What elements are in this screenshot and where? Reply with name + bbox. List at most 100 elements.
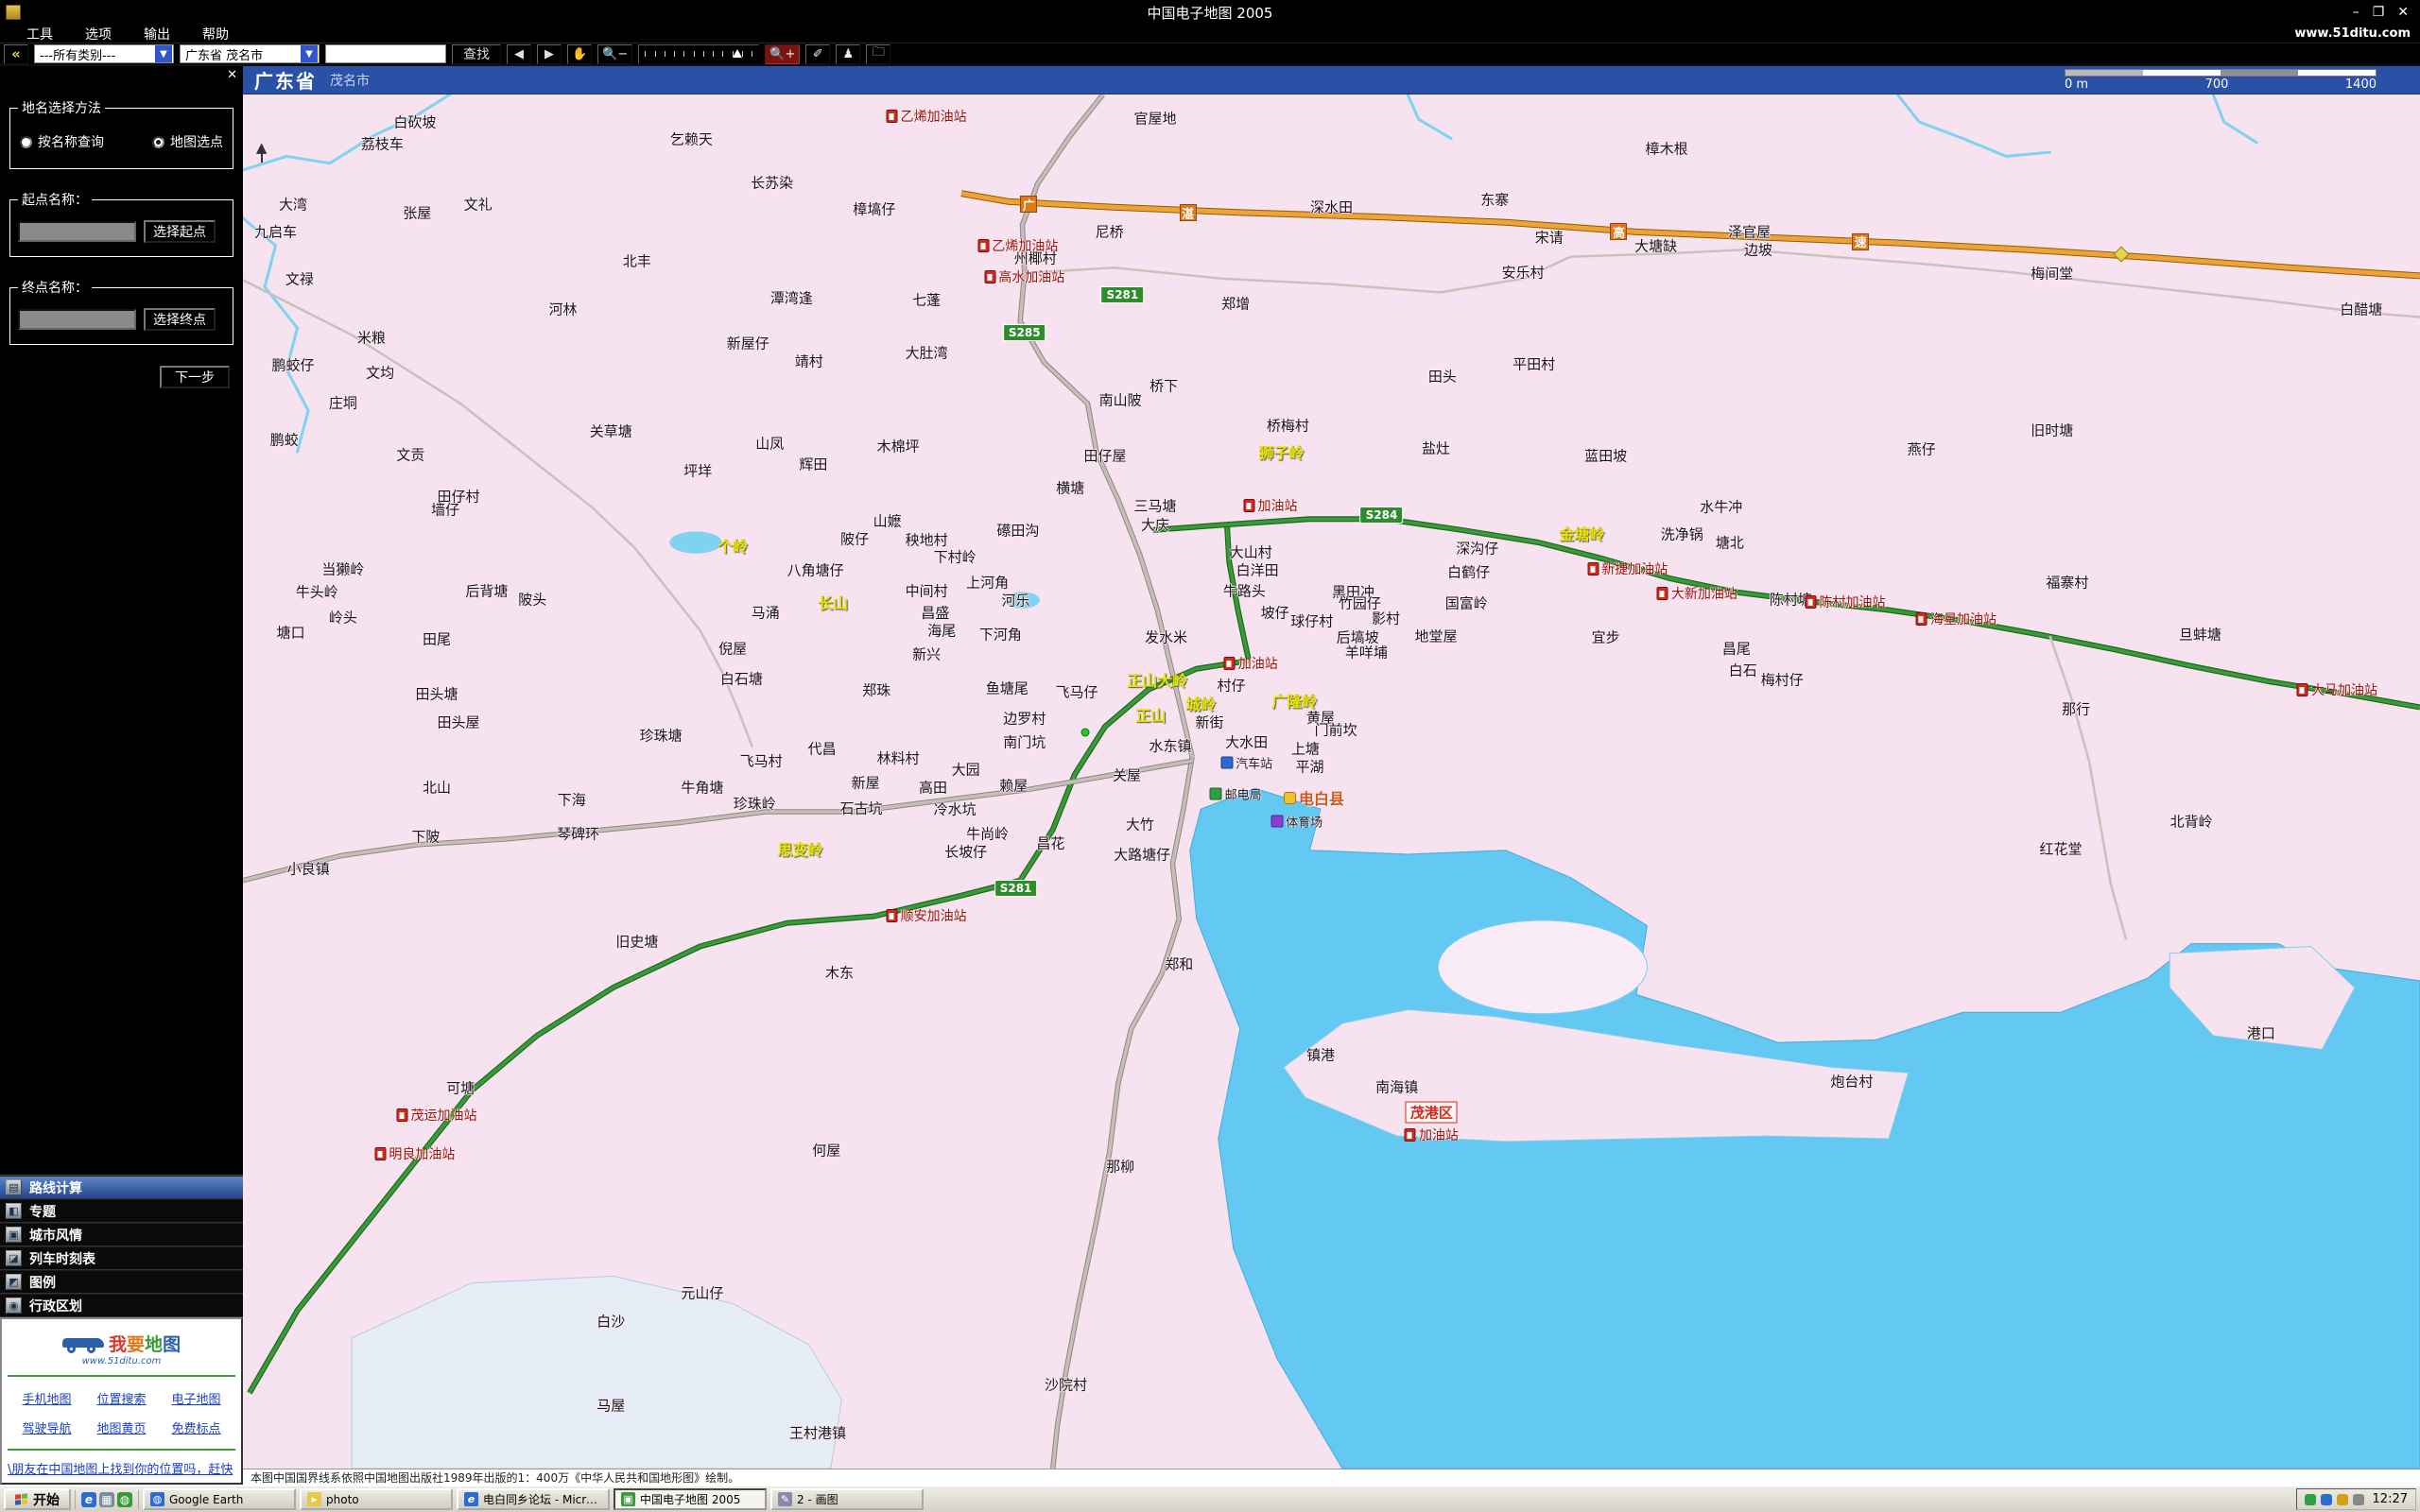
menu-options[interactable]: 选项: [85, 25, 112, 43]
promo-link[interactable]: 地图黄页: [84, 1418, 159, 1436]
place-label: 河乐: [1002, 591, 1030, 610]
sidebar-section[interactable]: ▣城市风情: [0, 1223, 243, 1246]
interchange-icon: [2116, 249, 2127, 260]
place-label: 飞马仔: [1056, 682, 1098, 702]
place-label: 桥下: [1150, 376, 1178, 396]
category-dropdown[interactable]: ---所有类别--- ▼: [34, 44, 174, 63]
zoom-slider[interactable]: [638, 44, 759, 64]
chevron-down-icon[interactable]: ▼: [155, 45, 172, 62]
zoom-out-icon[interactable]: 🔍−: [597, 44, 632, 64]
forward-button[interactable]: ▶: [537, 44, 562, 64]
place-label: 大庆: [1141, 515, 1169, 535]
measure-ruler-icon[interactable]: ✐: [805, 44, 830, 64]
promo-link[interactable]: 电子地图: [159, 1389, 233, 1407]
task-button[interactable]: ✎2 - 画图: [770, 1488, 924, 1510]
open-folder-icon[interactable]: 🗀: [866, 44, 890, 64]
zoom-slider-thumb[interactable]: [733, 49, 742, 58]
place-label: 可塘: [446, 1078, 475, 1098]
sidebar-close-icon[interactable]: ✕: [227, 68, 237, 82]
poi-icon: [1270, 816, 1283, 828]
fuel-pump-icon: [1587, 562, 1599, 576]
place-label: 影村: [1372, 608, 1400, 627]
title-bar: 中国电子地图 2005 – ❐ ✕: [0, 0, 2420, 25]
sidebar-section[interactable]: ◧专题: [0, 1199, 243, 1223]
menu-tools[interactable]: 工具: [26, 25, 53, 43]
sidebar-section[interactable]: ◉行政区划: [0, 1294, 243, 1317]
tray-icon[interactable]: [2337, 1494, 2348, 1505]
place-label: 元山仔: [681, 1282, 723, 1302]
place-label: 深沟仔: [1456, 538, 1498, 558]
town-label: 正山: [1135, 703, 1166, 726]
place-label: 盐灶: [1422, 438, 1450, 457]
tray-icon[interactable]: [2353, 1494, 2364, 1505]
pan-hand-icon[interactable]: ✋: [567, 44, 592, 64]
place-label: 大山村: [1230, 542, 1272, 562]
sidebar-section[interactable]: ◩图例: [0, 1270, 243, 1294]
place-label: 安乐村: [1502, 262, 1545, 282]
quick-launch-media-icon[interactable]: ◍: [117, 1492, 132, 1507]
pushpin-icon[interactable]: ♟: [836, 44, 860, 64]
place-label: 塘口: [277, 622, 305, 642]
search-input[interactable]: [325, 44, 446, 63]
place-label: 下村岭: [934, 546, 977, 566]
road-shield: S285: [1003, 324, 1046, 341]
place-label: 王村港镇: [789, 1423, 846, 1443]
place-label: 陂仔: [840, 528, 869, 548]
place-label: 炮台村: [1830, 1071, 1873, 1091]
town-label: 正山大岭: [1127, 668, 1187, 691]
place-label: 文礼: [464, 195, 493, 215]
town-label: 长山: [818, 591, 848, 613]
place-label: 那行: [2062, 698, 2090, 718]
start-button[interactable]: 开始: [4, 1488, 71, 1510]
sidebar-section[interactable]: ▤路线计算: [0, 1176, 243, 1199]
quick-launch-desktop-icon[interactable]: ▦: [99, 1492, 114, 1507]
gas-station-label: 明良加油站: [374, 1144, 455, 1163]
choose-start-button[interactable]: 选择起点: [144, 220, 216, 243]
place-label: 泽官屋: [1728, 222, 1771, 242]
promo-link[interactable]: 手机地图: [9, 1389, 84, 1407]
place-label: 港口: [2247, 1023, 2275, 1043]
choose-end-button[interactable]: 选择终点: [144, 308, 216, 331]
city-title: 茂名市: [330, 71, 370, 90]
chevron-down-icon[interactable]: ▼: [301, 45, 318, 62]
collapse-sidebar-button[interactable]: «: [4, 44, 28, 64]
place-label: 门前坎: [1315, 719, 1357, 739]
place-label: 郑和: [1165, 954, 1193, 974]
find-button[interactable]: 查找: [452, 44, 501, 64]
fuel-pump-icon: [2297, 683, 2308, 696]
task-button[interactable]: ▸photo: [300, 1488, 453, 1510]
promo-link[interactable]: 驾驶导航: [9, 1418, 84, 1436]
method-radio-1[interactable]: 地图选点: [152, 132, 223, 151]
promo-link[interactable]: 位置搜索: [84, 1389, 159, 1407]
promo-link[interactable]: 免费标点: [159, 1418, 233, 1436]
quick-launch-ie-icon[interactable]: e: [81, 1492, 96, 1507]
menu-help[interactable]: 帮助: [202, 25, 229, 43]
next-step-button[interactable]: 下一步: [160, 366, 230, 388]
tray-icon[interactable]: [2321, 1494, 2332, 1505]
map-canvas[interactable]: 荔枝车白砍坡乞赖天乙烯加油站官屋地樟木根长苏染樟塙仔大湾张屋文礼尼桥深水田东寨宋…: [243, 94, 2420, 1469]
place-label: 七蓬: [912, 289, 941, 309]
task-button[interactable]: ◍Google Earth: [143, 1488, 296, 1510]
region-dropdown[interactable]: 广东省 茂名市 ▼: [180, 44, 320, 63]
place-label: 旧史塘: [615, 931, 658, 951]
end-point-input[interactable]: [18, 309, 136, 330]
place-label: 陂头: [518, 589, 546, 609]
windows-logo-icon: [15, 1493, 28, 1505]
start-point-input[interactable]: [18, 221, 136, 242]
promo-marquee[interactable]: \朋友在中国地图上找到你的位置吗，赶快: [6, 1455, 237, 1483]
method-radio-0[interactable]: 按名称查询: [20, 132, 104, 151]
taskbar: 开始 e▦◍ ◍Google Earth▸photoe电白同乡论坛 - Micr…: [0, 1485, 2420, 1512]
place-label: 木东: [825, 963, 854, 983]
task-button[interactable]: ▣中国电子地图 2005: [614, 1488, 767, 1510]
sidebar-section[interactable]: ◪列车时刻表: [0, 1246, 243, 1270]
fuel-pump-icon: [887, 909, 898, 922]
place-label: 昌尾: [1722, 638, 1751, 658]
tray-icon[interactable]: [2305, 1494, 2316, 1505]
place-label: 上塘: [1291, 739, 1320, 759]
task-button[interactable]: e电白同乡论坛 - Microso...: [457, 1488, 610, 1510]
back-button[interactable]: ◀: [507, 44, 531, 64]
zoom-in-icon[interactable]: 🔍+: [765, 44, 800, 64]
road-shield: S281: [1101, 286, 1145, 303]
site-logo[interactable]: 我要地图 www.51ditu.com: [6, 1325, 237, 1370]
menu-output[interactable]: 输出: [144, 25, 170, 43]
